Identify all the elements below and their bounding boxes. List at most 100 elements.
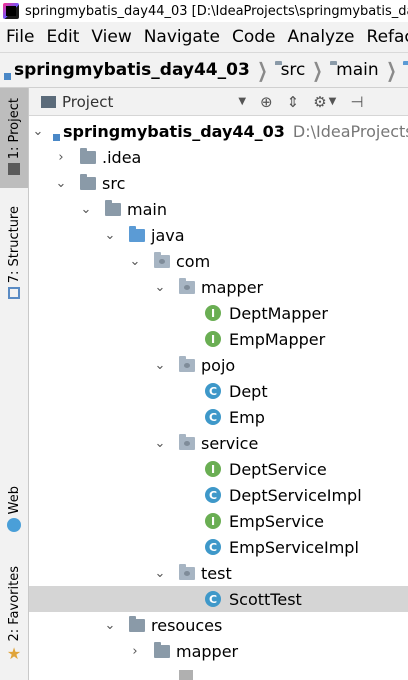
menu-view[interactable]: View [85,27,137,47]
tree-node-deptmapper[interactable]: I DeptMapper [29,300,408,326]
menu-navigate[interactable]: Navigate [138,27,226,47]
tree-node-com[interactable]: ⌄ com [29,248,408,274]
gear-icon[interactable]: ⚙ [313,93,326,111]
intellij-logo-icon [3,3,19,19]
tree-label: DeptService [229,459,327,479]
tree-label: EmpMapper [229,329,326,349]
tab-project[interactable]: 1: Project [0,88,28,188]
tree-label: main [127,199,167,219]
tree-node-scotttest[interactable]: C ScottTest [29,586,408,612]
collapse-all-icon[interactable]: ⇕ [287,93,300,111]
interface-icon: I [205,513,221,529]
test-class-icon: C [205,591,221,607]
menu-bar: File Edit View Navigate Code Analyze Ref… [0,22,408,52]
class-icon: C [205,539,221,555]
tree-node-empserviceimpl[interactable]: C EmpServiceImpl [29,534,408,560]
expand-arrow-icon[interactable]: ⌄ [79,202,93,217]
tree-node-empmapper[interactable]: I EmpMapper [29,326,408,352]
expand-arrow-icon[interactable]: ⌄ [153,566,167,581]
interface-icon: I [205,331,221,347]
hide-icon[interactable]: ⊣ [350,93,363,111]
gear-dropdown-icon[interactable]: ▼ [329,96,337,107]
tree-label: ScottTest [229,589,302,609]
menu-edit[interactable]: Edit [40,27,85,47]
tree-node-pojo[interactable]: ⌄ pojo [29,352,408,378]
class-icon: C [205,409,221,425]
tool-window-sidebar: 1: Project 7: Structure Web 2: Favorites… [0,88,29,680]
collapse-arrow-icon[interactable]: › [128,644,142,659]
interface-icon: I [205,305,221,321]
resources-folder-icon [129,615,145,632]
tree-node-src[interactable]: ⌄ src [29,170,408,196]
locate-icon[interactable]: ⊕ [260,93,273,111]
expand-arrow-icon[interactable]: ⌄ [153,280,167,295]
interface-icon: I [205,461,221,477]
menu-analyze[interactable]: Analyze [282,27,361,47]
title-bar: springmybatis_day44_03 [D:\IdeaProjects\… [0,0,408,22]
tree-node-test[interactable]: ⌄ test [29,560,408,586]
tree-label: com [176,251,211,271]
tree-label: src [102,173,126,193]
dropdown-arrow-icon[interactable]: ▼ [238,96,246,107]
tree-node-emp[interactable]: C Emp [29,404,408,430]
tree-node-java[interactable]: ⌄ java [29,222,408,248]
tree-node-resouces[interactable]: ⌄ resouces [29,612,408,638]
package-icon [179,355,195,372]
expand-arrow-icon[interactable]: ⌄ [31,124,45,139]
tree-label: java [151,225,185,245]
tree-label: resouces [151,615,223,635]
window-title: springmybatis_day44_03 [D:\IdeaProjects\… [25,3,408,19]
breadcrumb-main[interactable]: main [336,60,378,80]
package-icon [154,251,170,268]
tree-node-empservice[interactable]: I EmpService [29,508,408,534]
tree-node-root[interactable]: ⌄ springmybatis_day44_03 D:\IdeaProjects [29,118,408,144]
structure-icon [8,287,20,300]
tab-favorites[interactable]: 2: Favorites ★ [0,566,28,666]
menu-code[interactable]: Code [226,27,282,47]
tree-node-deptserviceimpl[interactable]: C DeptServiceImpl [29,482,408,508]
tab-project-label: 1: Project [6,98,22,160]
expand-arrow-icon[interactable]: ⌄ [103,228,117,243]
tree-node-res-mapper[interactable]: › mapper [29,638,408,664]
project-tree: ⌄ springmybatis_day44_03 D:\IdeaProjects… [29,116,408,680]
tree-label: DeptMapper [229,303,328,323]
web-icon [7,518,21,533]
project-panel-header: Project ▼ ⊕ ⇕ ⚙ ▼ ⊣ [29,88,408,116]
collapse-arrow-icon[interactable]: › [54,150,68,165]
tree-node-main[interactable]: ⌄ main [29,196,408,222]
tab-favorites-label: 2: Favorites [6,566,22,642]
tree-label: pojo [201,355,236,375]
breadcrumb-src[interactable]: src [281,60,306,80]
menu-refactor[interactable]: Refactor [361,27,408,47]
expand-arrow-icon[interactable]: ⌄ [128,254,142,269]
tab-web[interactable]: Web [0,486,28,546]
class-icon: C [205,487,221,503]
breadcrumb-project[interactable]: springmybatis_day44_03 [14,60,250,80]
tree-node-idea[interactable]: › .idea [29,144,408,170]
project-icon [8,163,20,176]
tab-structure-label: 7: Structure [6,206,22,284]
expand-arrow-icon[interactable]: ⌄ [153,436,167,451]
expand-arrow-icon[interactable]: ⌄ [153,358,167,373]
file-icon [179,670,193,680]
folder-icon [80,147,96,164]
tree-node-mapper[interactable]: ⌄ mapper [29,274,408,300]
package-icon [179,563,195,580]
tree-node-deptservice[interactable]: I DeptService [29,456,408,482]
tab-web-label: Web [6,486,22,515]
chevron-right-icon: ❯ [257,58,268,82]
tree-label: mapper [201,277,264,297]
expand-arrow-icon[interactable]: ⌄ [103,618,117,633]
class-icon: C [205,383,221,399]
tab-structure[interactable]: 7: Structure [0,206,28,306]
tree-node-dept[interactable]: C Dept [29,378,408,404]
expand-arrow-icon[interactable]: ⌄ [54,176,68,191]
star-icon: ★ [6,643,22,663]
tree-path-hint: D:\IdeaProjects [292,121,408,141]
tree-label: DeptServiceImpl [229,485,362,505]
menu-file[interactable]: File [0,27,40,47]
package-icon [179,433,195,450]
panel-title[interactable]: Project [62,93,113,111]
tree-node-service[interactable]: ⌄ service [29,430,408,456]
tree-node-partial[interactable] [29,664,408,680]
